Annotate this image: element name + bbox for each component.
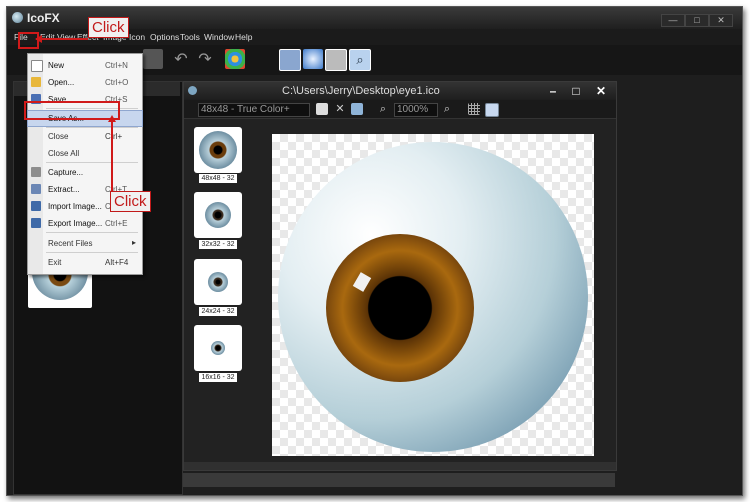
menu-window[interactable]: Window [204,32,234,42]
doc-close-button[interactable]: ✕ [594,84,608,98]
format-dropdown[interactable]: 48x48 - True Color+ [198,103,310,117]
eye-glint [352,272,372,292]
minimize-button[interactable]: — [661,14,685,27]
thumbnail-label: 32x32 - 32 [199,240,237,249]
menu-item-exit[interactable]: Exit Alt+F4 [28,255,142,270]
preview-icon[interactable] [485,103,499,117]
menu-item-new[interactable]: New Ctrl+N [28,58,142,73]
app-icon [12,12,23,23]
zoom-out-icon[interactable]: ⌕ [377,103,389,115]
menu-view[interactable]: View [57,32,75,42]
open-folder-icon [31,77,41,87]
menu-item-open[interactable]: Open... Ctrl+O [28,75,142,90]
delete-icon[interactable]: ✕ [334,103,346,115]
menu-edit[interactable]: Edit [40,32,55,42]
menu-help[interactable]: Help [235,32,252,42]
thumbnail-48x48[interactable] [194,127,242,173]
maximize-button[interactable]: □ [685,14,709,27]
save-as-highlight [24,101,120,120]
horizontal-scrollbar[interactable] [184,462,616,470]
doc-icon [188,86,197,95]
menu-item-close-all[interactable]: Close All [28,146,142,161]
menu-options[interactable]: Options [150,32,179,42]
zoom-dropdown[interactable]: 1000% [394,103,438,117]
menu-tools[interactable]: Tools [180,32,200,42]
zoom-icon[interactable]: ⌕ [349,49,371,71]
grid-view-icon[interactable] [325,49,347,71]
document-title-bar: C:\Users\Jerry\Desktop\eye1.ico – □ ✕ [184,82,616,100]
thumbnail-label: 48x48 - 32 [199,174,237,183]
thumbnail-24x24[interactable] [194,259,242,305]
apple-icon[interactable] [249,49,269,69]
windows-icon[interactable] [225,49,245,69]
paste-icon[interactable] [143,49,163,69]
callout-connector [111,120,113,192]
arrow-up-icon [108,115,116,122]
doc-maximize-button[interactable]: □ [569,84,583,98]
file-menu: New Ctrl+N Open... Ctrl+O Save Ctrl+S Sa… [27,53,143,275]
menu-item-close[interactable]: Close Ctrl+ [28,129,142,144]
menu-item-recent-files[interactable]: Recent Files ▸ [28,236,142,251]
undo-icon[interactable]: ↶ [171,49,191,69]
redo-icon[interactable]: ↷ [195,49,215,69]
doc-minimize-button[interactable]: – [546,84,560,98]
thumbnail-label: 24x24 - 32 [199,307,237,316]
grid-icon[interactable] [468,103,480,115]
app-window: IcoFX — □ ✕ File Edit View Effect Image … [6,6,743,496]
submenu-arrow-icon: ▸ [132,238,137,247]
eye-iris [326,234,474,382]
menu-icon[interactable]: Icon [129,32,145,42]
thumbnail-label: 16x16 - 32 [199,373,237,382]
zoom-in-icon[interactable]: ⌕ [441,103,453,115]
click-callout-save-as: Click [110,191,151,212]
image-format-list: 48x48 - 32 32x32 - 32 24x24 - 32 16x16 -… [184,119,248,470]
edit-canvas[interactable] [272,134,594,456]
click-callout-file: Click [88,17,129,38]
menu-item-capture[interactable]: Capture... [28,165,142,180]
image-icon[interactable] [279,49,301,71]
export-image-icon [31,218,41,228]
new-file-icon [31,60,43,72]
thumbnail-32x32[interactable] [194,192,242,238]
app-title: IcoFX [27,11,60,25]
thumbnail-16x16[interactable] [194,325,242,371]
eye-image [278,142,588,452]
import-image-icon [31,201,41,211]
status-bar [183,473,615,487]
menu-item-export-image[interactable]: Export Image... Ctrl+E [28,216,142,231]
image-settings-icon[interactable] [351,103,363,115]
document-toolbar: 48x48 - True Color+ ✕ ⌕ 1000% ⌕ [184,100,616,119]
new-image-icon[interactable] [316,103,328,115]
document-title: C:\Users\Jerry\Desktop\eye1.ico [282,85,440,97]
globe-icon[interactable] [303,49,323,69]
arrow-left-icon [35,35,42,43]
document-window: C:\Users\Jerry\Desktop\eye1.ico – □ ✕ 48… [183,81,617,471]
capture-icon [31,167,41,177]
close-button[interactable]: ✕ [709,14,733,27]
callout-connector [36,38,88,40]
extract-icon [31,184,41,194]
